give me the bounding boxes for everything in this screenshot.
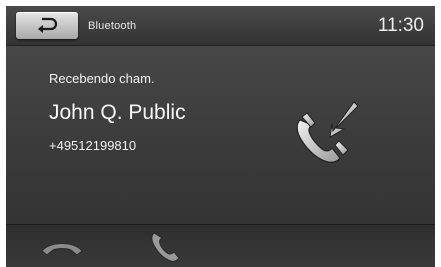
phone-icon xyxy=(151,232,180,262)
caller-name: John Q. Public xyxy=(49,101,186,124)
reject-call-button[interactable] xyxy=(6,225,116,267)
screen-title: Bluetooth xyxy=(88,20,137,32)
softkey-bar xyxy=(6,224,435,267)
call-status-text: Recebendo cham. xyxy=(49,71,155,86)
phone-screen: Bluetooth 11:30 Recebendo cham. John Q. … xyxy=(6,6,435,267)
incoming-call-icon xyxy=(296,101,359,163)
accept-call-button[interactable] xyxy=(116,225,226,267)
header-bar: Bluetooth 11:30 xyxy=(6,6,435,46)
clock: 11:30 xyxy=(377,15,424,36)
back-button[interactable] xyxy=(16,12,78,39)
caller-number: +49512199810 xyxy=(49,138,137,153)
hang-up-icon xyxy=(41,243,83,256)
call-panel: Recebendo cham. John Q. Public +49512199… xyxy=(6,46,435,224)
back-arrow-icon xyxy=(38,17,58,33)
